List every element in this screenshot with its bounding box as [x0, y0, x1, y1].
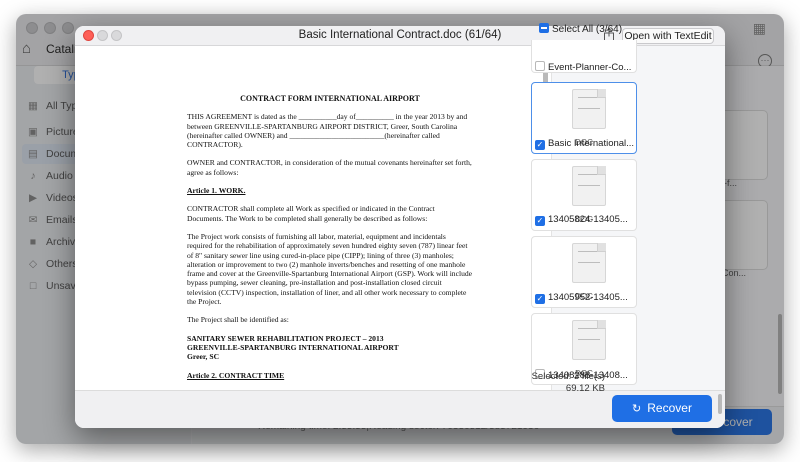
file-item-13405952[interactable]: ✓ 13405952-13405...	[535, 292, 628, 304]
document-article-heading: Article 1. WORK.	[187, 186, 246, 196]
file-item-basic-international[interactable]: ✓ Basic International...	[535, 138, 634, 150]
document-paragraph: THIS AGREEMENT is dated as the _________…	[187, 112, 468, 150]
file-name: 13405952-13405...	[548, 292, 628, 303]
document-paragraph: The Project shall be identified as:	[187, 315, 289, 325]
doc-file-icon	[572, 320, 606, 360]
document-page: CONTRACT FORM INTERNATIONAL AIRPORT THIS…	[187, 94, 473, 389]
document-title: CONTRACT FORM INTERNATIONAL AIRPORT	[240, 94, 420, 103]
select-all-label: Select All (3/64)	[552, 24, 623, 35]
selected-size-text: 69.12 KB	[565, 383, 605, 394]
file-checkbox[interactable]: ✓	[535, 216, 545, 226]
recover-button[interactable]: ↻ Recover	[612, 395, 712, 422]
project-name-line: SANITARY SEWER REHABILITATION PROJECT – …	[187, 333, 384, 343]
document-paragraph: CONTRACTOR shall complete all Work as sp…	[187, 204, 435, 223]
file-item-event-planner[interactable]: Event-Planner-Co...	[535, 61, 631, 73]
doc-file-icon	[572, 166, 606, 206]
recover-icon: ↻	[632, 403, 642, 415]
file-name: Basic International...	[548, 138, 635, 149]
doc-file-icon	[572, 243, 606, 283]
recover-label: Recover	[647, 401, 692, 415]
document-article-heading: Article 2. CONTRACT TIME	[187, 370, 285, 380]
project-name-line: Greer, SC	[187, 352, 220, 362]
file-checkbox[interactable]: ✓	[535, 294, 545, 304]
file-checkbox[interactable]: ✓	[535, 140, 545, 150]
document-preview: CONTRACT FORM INTERNATIONAL AIRPORT THIS…	[75, 46, 550, 390]
file-name: Event-Planner-Co...	[548, 62, 632, 73]
file-list-scrollbar[interactable]	[718, 394, 722, 414]
checkbox-indeterminate[interactable]	[539, 23, 549, 33]
document-paragraph: The Project work consists of furnishing …	[187, 231, 473, 307]
file-checkbox[interactable]	[535, 61, 545, 71]
doc-file-icon	[572, 89, 606, 129]
document-paragraph: OWNER and CONTRACTOR, in consideration o…	[187, 158, 472, 177]
file-name: 13405824-13405...	[548, 214, 628, 225]
file-item-13405824[interactable]: ✓ 13405824-13405...	[535, 214, 628, 226]
select-all-checkbox[interactable]: Select All (3/64)	[539, 23, 622, 35]
project-name-line: GREENVILLE-SPARTANBURG INTERNATIONAL AIR…	[187, 342, 399, 352]
selected-count-text: Selected: 3 file(s)	[531, 371, 605, 382]
